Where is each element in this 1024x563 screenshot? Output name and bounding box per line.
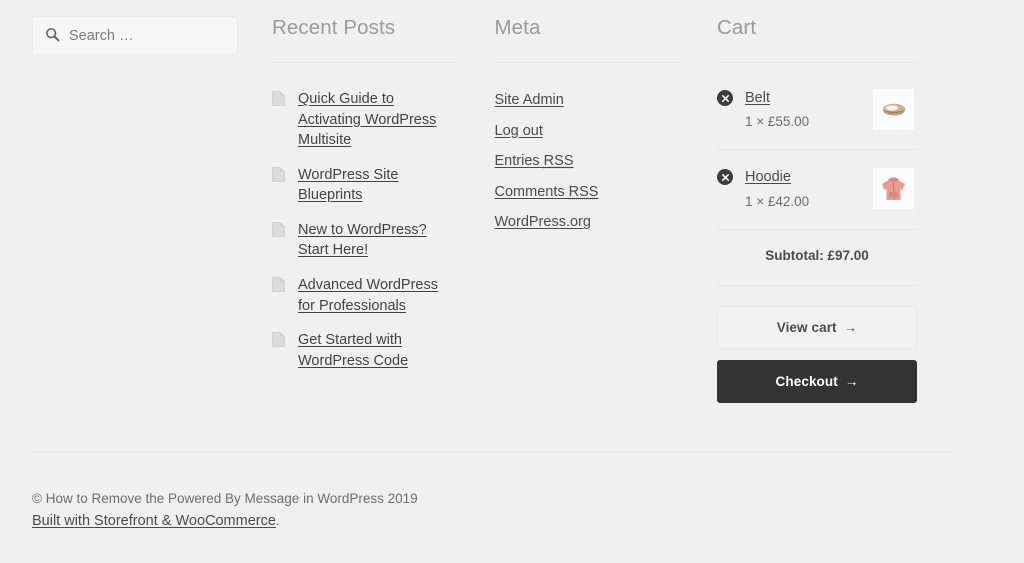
recent-posts-column: Recent Posts Quick Guide to Activating W…: [272, 16, 495, 403]
document-icon: [272, 277, 285, 293]
remove-circle-icon[interactable]: [717, 169, 733, 186]
list-item: WordPress Site Blueprints: [272, 165, 459, 206]
cart-item: Belt 1 × £55.00: [717, 89, 917, 151]
footer-widget-page: Recent Posts Quick Guide to Activating W…: [0, 0, 1024, 563]
footer-credit: Built with Storefront & WooCommerce.: [32, 510, 953, 534]
list-item: Site Admin: [495, 89, 682, 111]
list-item: New to WordPress? Start Here!: [272, 220, 459, 261]
cart-item-quantity-price: 1 × £55.00: [745, 114, 810, 130]
list-item: Comments RSS: [495, 181, 682, 203]
list-item: Get Started with WordPress Code: [272, 330, 459, 371]
rss-abbr: RSS: [568, 183, 599, 200]
search-widget-column: [32, 16, 272, 403]
meta-list: Site Admin Log out Entries RSS Comments …: [495, 89, 682, 233]
belt-thumbnail: [873, 89, 914, 130]
remove-circle-icon[interactable]: [717, 90, 733, 106]
built-with-link[interactable]: Built with Storefront & WooCommerce: [32, 513, 276, 529]
meta-link-wordpress-org[interactable]: WordPress.org: [495, 214, 591, 230]
arrow-right-icon: →: [844, 373, 859, 389]
search-form[interactable]: [32, 16, 238, 55]
meta-link-label: Entries: [494, 153, 544, 170]
cart-product-link[interactable]: Hoodie: [745, 169, 791, 186]
document-icon: [272, 91, 285, 106]
search-input[interactable]: [69, 27, 227, 44]
meta-link-entries-rss[interactable]: Entries RSS: [495, 153, 574, 169]
meta-title: Meta: [494, 16, 681, 63]
widget-columns: Recent Posts Quick Guide to Activating W…: [32, 16, 953, 403]
cart-title: Cart: [717, 16, 917, 63]
recent-posts-list: Quick Guide to Activating WordPress Mult…: [272, 89, 459, 371]
document-icon: [272, 221, 285, 237]
cart-column: Cart Belt 1 × £55.00 Hoodie 1 × £42.00 S…: [717, 16, 953, 403]
meta-column: Meta Site Admin Log out Entries RSS Comm…: [494, 16, 718, 403]
list-item: Log out: [495, 120, 682, 142]
rss-abbr: RSS: [543, 153, 574, 170]
footer-period: .: [275, 513, 280, 529]
recent-post-link[interactable]: Get Started with WordPress Code: [298, 332, 408, 369]
search-icon: [45, 27, 60, 45]
site-footer: © How to Remove the Powered By Message i…: [32, 452, 953, 534]
cart-subtotal: Subtotal: £97.00: [717, 244, 917, 286]
meta-link-label: Comments: [494, 183, 569, 200]
checkout-label: Checkout: [775, 373, 838, 389]
recent-post-link[interactable]: Quick Guide to Activating WordPress Mult…: [298, 91, 436, 148]
view-cart-button[interactable]: View cart →: [717, 305, 917, 349]
list-item: Quick Guide to Activating WordPress Mult…: [272, 89, 459, 151]
recent-post-link[interactable]: WordPress Site Blueprints: [298, 167, 398, 204]
recent-posts-title: Recent Posts: [272, 16, 459, 63]
cart-item: Hoodie 1 × £42.00: [717, 168, 917, 230]
list-item: WordPress.org: [495, 211, 682, 233]
hoodie-thumbnail: [873, 168, 914, 210]
cart-product-link[interactable]: Belt: [745, 90, 770, 107]
document-icon: [272, 332, 285, 348]
checkout-button[interactable]: Checkout →: [717, 359, 917, 403]
meta-link-log-out[interactable]: Log out: [495, 123, 543, 139]
arrow-right-icon: →: [843, 319, 858, 335]
view-cart-label: View cart: [776, 319, 837, 335]
meta-link-site-admin[interactable]: Site Admin: [495, 92, 564, 108]
cart-item-quantity-price: 1 × £42.00: [745, 193, 810, 209]
footer-copyright: © How to Remove the Powered By Message i…: [32, 491, 418, 506]
document-icon: [272, 166, 285, 182]
cart-items-list: Belt 1 × £55.00 Hoodie 1 × £42.00: [717, 89, 917, 230]
meta-link-comments-rss[interactable]: Comments RSS: [495, 184, 599, 200]
list-item: Advanced WordPress for Professionals: [272, 275, 459, 316]
recent-post-link[interactable]: New to WordPress? Start Here!: [298, 222, 427, 259]
list-item: Entries RSS: [495, 150, 682, 172]
recent-post-link[interactable]: Advanced WordPress for Professionals: [298, 277, 438, 314]
